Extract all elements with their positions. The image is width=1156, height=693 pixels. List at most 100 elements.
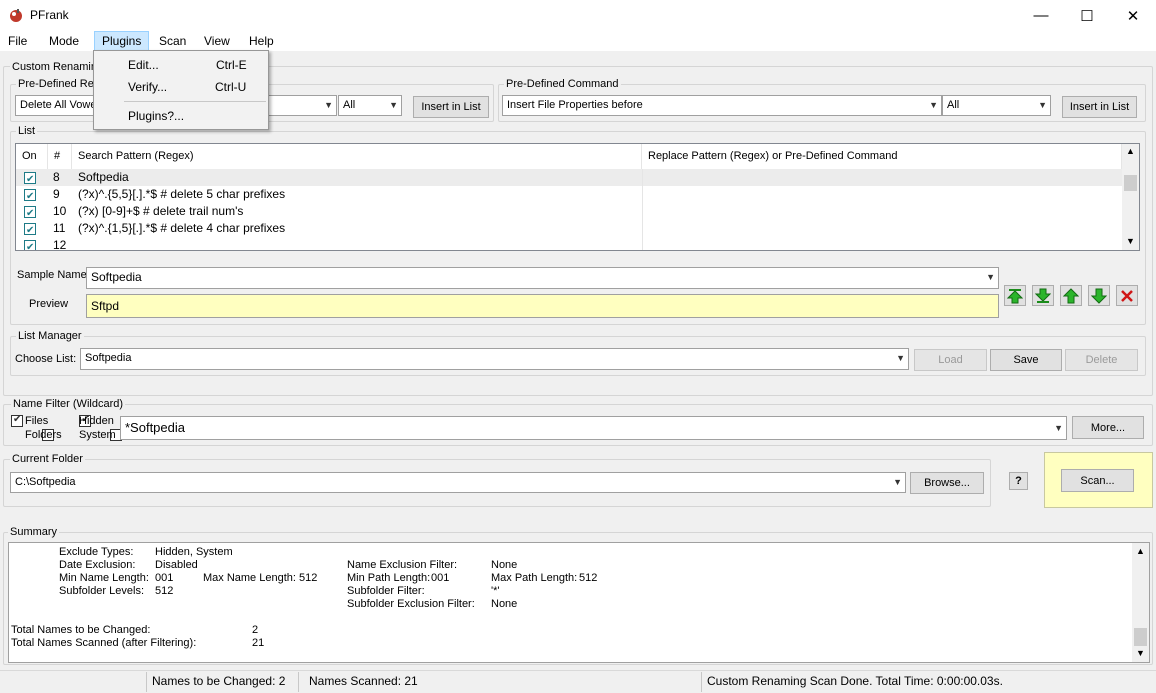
date-exclusion-value: Disabled bbox=[155, 559, 198, 571]
move-top-button[interactable] bbox=[1004, 285, 1026, 306]
summary-panel: Exclude Types: Hidden, System Date Exclu… bbox=[8, 542, 1150, 663]
move-top-icon bbox=[1007, 288, 1023, 303]
maximize-button[interactable]: ☐ bbox=[1064, 0, 1110, 31]
verify-shortcut: Ctrl-U bbox=[215, 80, 247, 94]
subfolder-levels-label: Subfolder Levels: bbox=[59, 585, 144, 597]
column-replace-pattern[interactable]: Replace Pattern (Regex) or Pre-Defined C… bbox=[642, 144, 1122, 169]
list-manager-label: List Manager bbox=[16, 330, 84, 342]
arrow-down-icon bbox=[1091, 288, 1107, 304]
max-name-value: 512 bbox=[299, 572, 318, 584]
list-row[interactable]: 11 (?x)^.{1,5}[.].*$ # delete 4 char pre… bbox=[16, 220, 1122, 239]
column-num[interactable]: # bbox=[48, 144, 72, 169]
move-bottom-button[interactable] bbox=[1032, 285, 1054, 306]
menu-separator bbox=[124, 101, 266, 102]
chevron-down-icon: ▼ bbox=[389, 100, 398, 110]
summary-scrollbar[interactable]: ▲ ▼ bbox=[1132, 543, 1149, 662]
regex-list[interactable]: On # Search Pattern (Regex) Replace Patt… bbox=[15, 143, 1140, 251]
list-row[interactable]: 10 (?x) [0-9]+$ # delete trail num's bbox=[16, 203, 1122, 222]
row-checkbox[interactable] bbox=[24, 222, 36, 239]
list-row[interactable]: 9 (?x)^.{5,5}[.].*$ # delete 5 char pref… bbox=[16, 186, 1122, 205]
chevron-down-icon: ▼ bbox=[929, 100, 938, 110]
edit-shortcut: Ctrl-E bbox=[216, 58, 247, 72]
row-number: 10 bbox=[53, 204, 67, 218]
exclude-types-value: Hidden, System bbox=[155, 546, 233, 558]
row-checkbox[interactable] bbox=[24, 188, 36, 205]
command-scope-combo[interactable]: All ▼ bbox=[942, 95, 1051, 116]
insert-regex-button[interactable]: Insert in List bbox=[413, 96, 489, 118]
row-checkbox[interactable] bbox=[24, 239, 36, 250]
save-button[interactable]: Save bbox=[990, 349, 1062, 371]
delete-list-button[interactable]: Delete bbox=[1065, 349, 1138, 371]
predefined-command-combo[interactable]: Insert File Properties before ▼ bbox=[502, 95, 942, 116]
menu-mode[interactable]: Mode bbox=[42, 31, 86, 51]
row-number: 9 bbox=[53, 187, 60, 201]
help-button[interactable]: ? bbox=[1009, 472, 1028, 490]
min-name-label: Min Name Length: bbox=[59, 572, 149, 584]
files-label: Files bbox=[25, 415, 49, 427]
move-up-button[interactable] bbox=[1060, 285, 1082, 306]
list-scrollbar[interactable]: ▲ ▼ bbox=[1122, 144, 1139, 250]
move-down-button[interactable] bbox=[1088, 285, 1110, 306]
column-on[interactable]: On bbox=[16, 144, 48, 169]
regex-scope-combo[interactable]: All ▼ bbox=[338, 95, 402, 116]
close-icon: ✕ bbox=[1126, 7, 1140, 25]
files-checkbox[interactable] bbox=[11, 414, 23, 427]
app-icon bbox=[10, 9, 22, 22]
max-name-label: Max Name Length: bbox=[203, 572, 296, 584]
folder-path-combo[interactable]: C:\Softpedia ▼ bbox=[10, 472, 906, 493]
row-search-pattern: (?x) [0-9]+$ # delete trail num's bbox=[78, 204, 244, 218]
menu-plugins-about[interactable]: Plugins?... bbox=[128, 109, 184, 123]
minimize-button[interactable]: — bbox=[1018, 0, 1064, 31]
sample-name-combo[interactable]: Softpedia ▼ bbox=[86, 267, 999, 289]
menu-plugins[interactable]: Plugins bbox=[94, 31, 150, 51]
menu-scan[interactable]: Scan bbox=[152, 31, 193, 51]
scroll-thumb[interactable] bbox=[1124, 175, 1137, 191]
predefined-regex-label: Pre-Defined Re bbox=[16, 78, 96, 90]
sample-name-label: Sample Name bbox=[17, 269, 87, 281]
list-row[interactable]: 12 bbox=[16, 237, 1122, 250]
browse-button[interactable]: Browse... bbox=[910, 472, 984, 494]
scroll-down-icon[interactable]: ▼ bbox=[1136, 648, 1145, 658]
scroll-up-icon[interactable]: ▲ bbox=[1136, 546, 1145, 556]
menu-edit-plugin[interactable]: Edit... bbox=[128, 58, 159, 72]
hidden-label: Hidden bbox=[79, 415, 114, 427]
title-bar bbox=[0, 0, 1156, 31]
choose-list-combo[interactable]: Softpedia ▼ bbox=[80, 348, 909, 370]
folders-label: Folders bbox=[25, 429, 62, 441]
name-filter-combo[interactable]: *Softpedia ▼ bbox=[120, 416, 1067, 440]
custom-renaming-label: Custom Renaming bbox=[10, 61, 106, 73]
column-search-pattern[interactable]: Search Pattern (Regex) bbox=[72, 144, 642, 169]
scroll-thumb[interactable] bbox=[1134, 628, 1147, 646]
minimize-icon: — bbox=[1033, 7, 1049, 24]
menu-file[interactable]: File bbox=[1, 31, 34, 51]
delete-x-icon bbox=[1121, 289, 1133, 302]
menu-verify-plugin[interactable]: Verify... bbox=[128, 80, 167, 94]
status-message: Custom Renaming Scan Done. Total Time: 0… bbox=[707, 674, 1003, 688]
total-scanned-label: Total Names Scanned (after Filtering): bbox=[11, 637, 197, 649]
name-exclusion-value: None bbox=[491, 559, 518, 571]
scan-button[interactable]: Scan... bbox=[1061, 469, 1134, 492]
status-names-scanned: Names Scanned: 21 bbox=[309, 674, 418, 688]
scroll-up-icon[interactable]: ▲ bbox=[1126, 146, 1135, 156]
total-scanned-value: 21 bbox=[252, 637, 265, 649]
min-name-value: 001 bbox=[155, 572, 174, 584]
menu-help[interactable]: Help bbox=[242, 31, 281, 51]
menu-view[interactable]: View bbox=[197, 31, 237, 51]
list-row[interactable]: 8 Softpedia bbox=[16, 169, 1122, 188]
close-button[interactable]: ✕ bbox=[1110, 0, 1156, 31]
window-title: PFrank bbox=[30, 8, 69, 22]
name-exclusion-label: Name Exclusion Filter: bbox=[347, 559, 458, 571]
summary-label: Summary bbox=[8, 526, 60, 538]
row-checkbox[interactable] bbox=[24, 171, 36, 188]
more-button[interactable]: More... bbox=[1072, 416, 1144, 439]
load-button[interactable]: Load bbox=[914, 349, 987, 371]
preview-field: Sftpd bbox=[86, 294, 999, 318]
row-checkbox[interactable] bbox=[24, 205, 36, 222]
insert-command-button[interactable]: Insert in List bbox=[1062, 96, 1137, 118]
chevron-down-icon: ▼ bbox=[896, 353, 905, 363]
preview-label: Preview bbox=[29, 298, 69, 310]
delete-row-button[interactable] bbox=[1116, 285, 1138, 306]
status-names-changed: Names to be Changed: 2 bbox=[152, 674, 286, 688]
scroll-down-icon[interactable]: ▼ bbox=[1126, 236, 1135, 246]
max-path-value: 512 bbox=[579, 572, 598, 584]
